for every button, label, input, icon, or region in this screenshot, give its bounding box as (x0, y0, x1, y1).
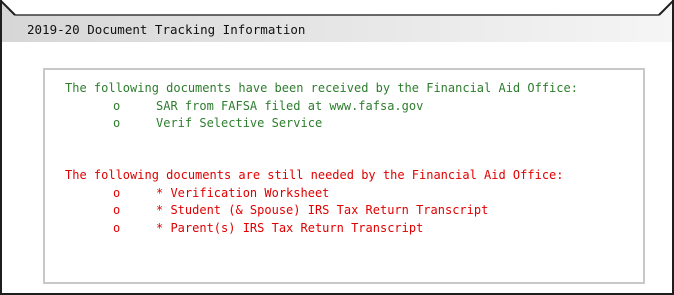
bullet-icon: o (113, 220, 121, 235)
needed-document-label: * Student (& Spouse) IRS Tax Return Tran… (156, 203, 489, 217)
received-document-label: Verif Selective Service (156, 116, 323, 130)
bullet-icon: o (113, 116, 121, 130)
panel-header: 2019-20 Document Tracking Information (0, 0, 674, 42)
document-tracking-panel: 2019-20 Document Tracking Information Th… (0, 0, 674, 295)
received-documents-list: o SAR from FAFSA filed at www.fafsa.gov … (65, 98, 625, 133)
needed-document-item: o * Student (& Spouse) IRS Tax Return Tr… (65, 202, 625, 220)
needed-documents-list: o * Verification Worksheet o * Student (… (65, 185, 625, 238)
bullet-icon: o (113, 98, 121, 113)
bullet-icon: o (113, 185, 121, 200)
needed-intro-text: The following documents are still needed… (65, 168, 564, 182)
needed-document-item: o * Verification Worksheet (65, 185, 625, 203)
needed-document-label: * Verification Worksheet (156, 185, 330, 200)
received-document-item: o SAR from FAFSA filed at www.fafsa.gov (65, 98, 625, 116)
needed-documents-section: The following documents are still needed… (65, 167, 625, 237)
frame-left-border (0, 30, 2, 295)
needed-document-item: o * Parent(s) IRS Tax Return Transcript (65, 220, 625, 238)
needed-document-label: * Parent(s) IRS Tax Return Transcript (156, 220, 424, 235)
documents-box: The following documents have been receiv… (43, 68, 645, 284)
received-document-item: o Verif Selective Service (65, 115, 625, 133)
panel-title: 2019-20 Document Tracking Information (27, 22, 306, 37)
received-document-label: SAR from FAFSA filed at www.fafsa.gov (156, 98, 424, 113)
bullet-icon: o (113, 203, 121, 217)
received-documents-section: The following documents have been receiv… (65, 80, 625, 133)
received-intro-text: The following documents have been receiv… (65, 81, 578, 95)
